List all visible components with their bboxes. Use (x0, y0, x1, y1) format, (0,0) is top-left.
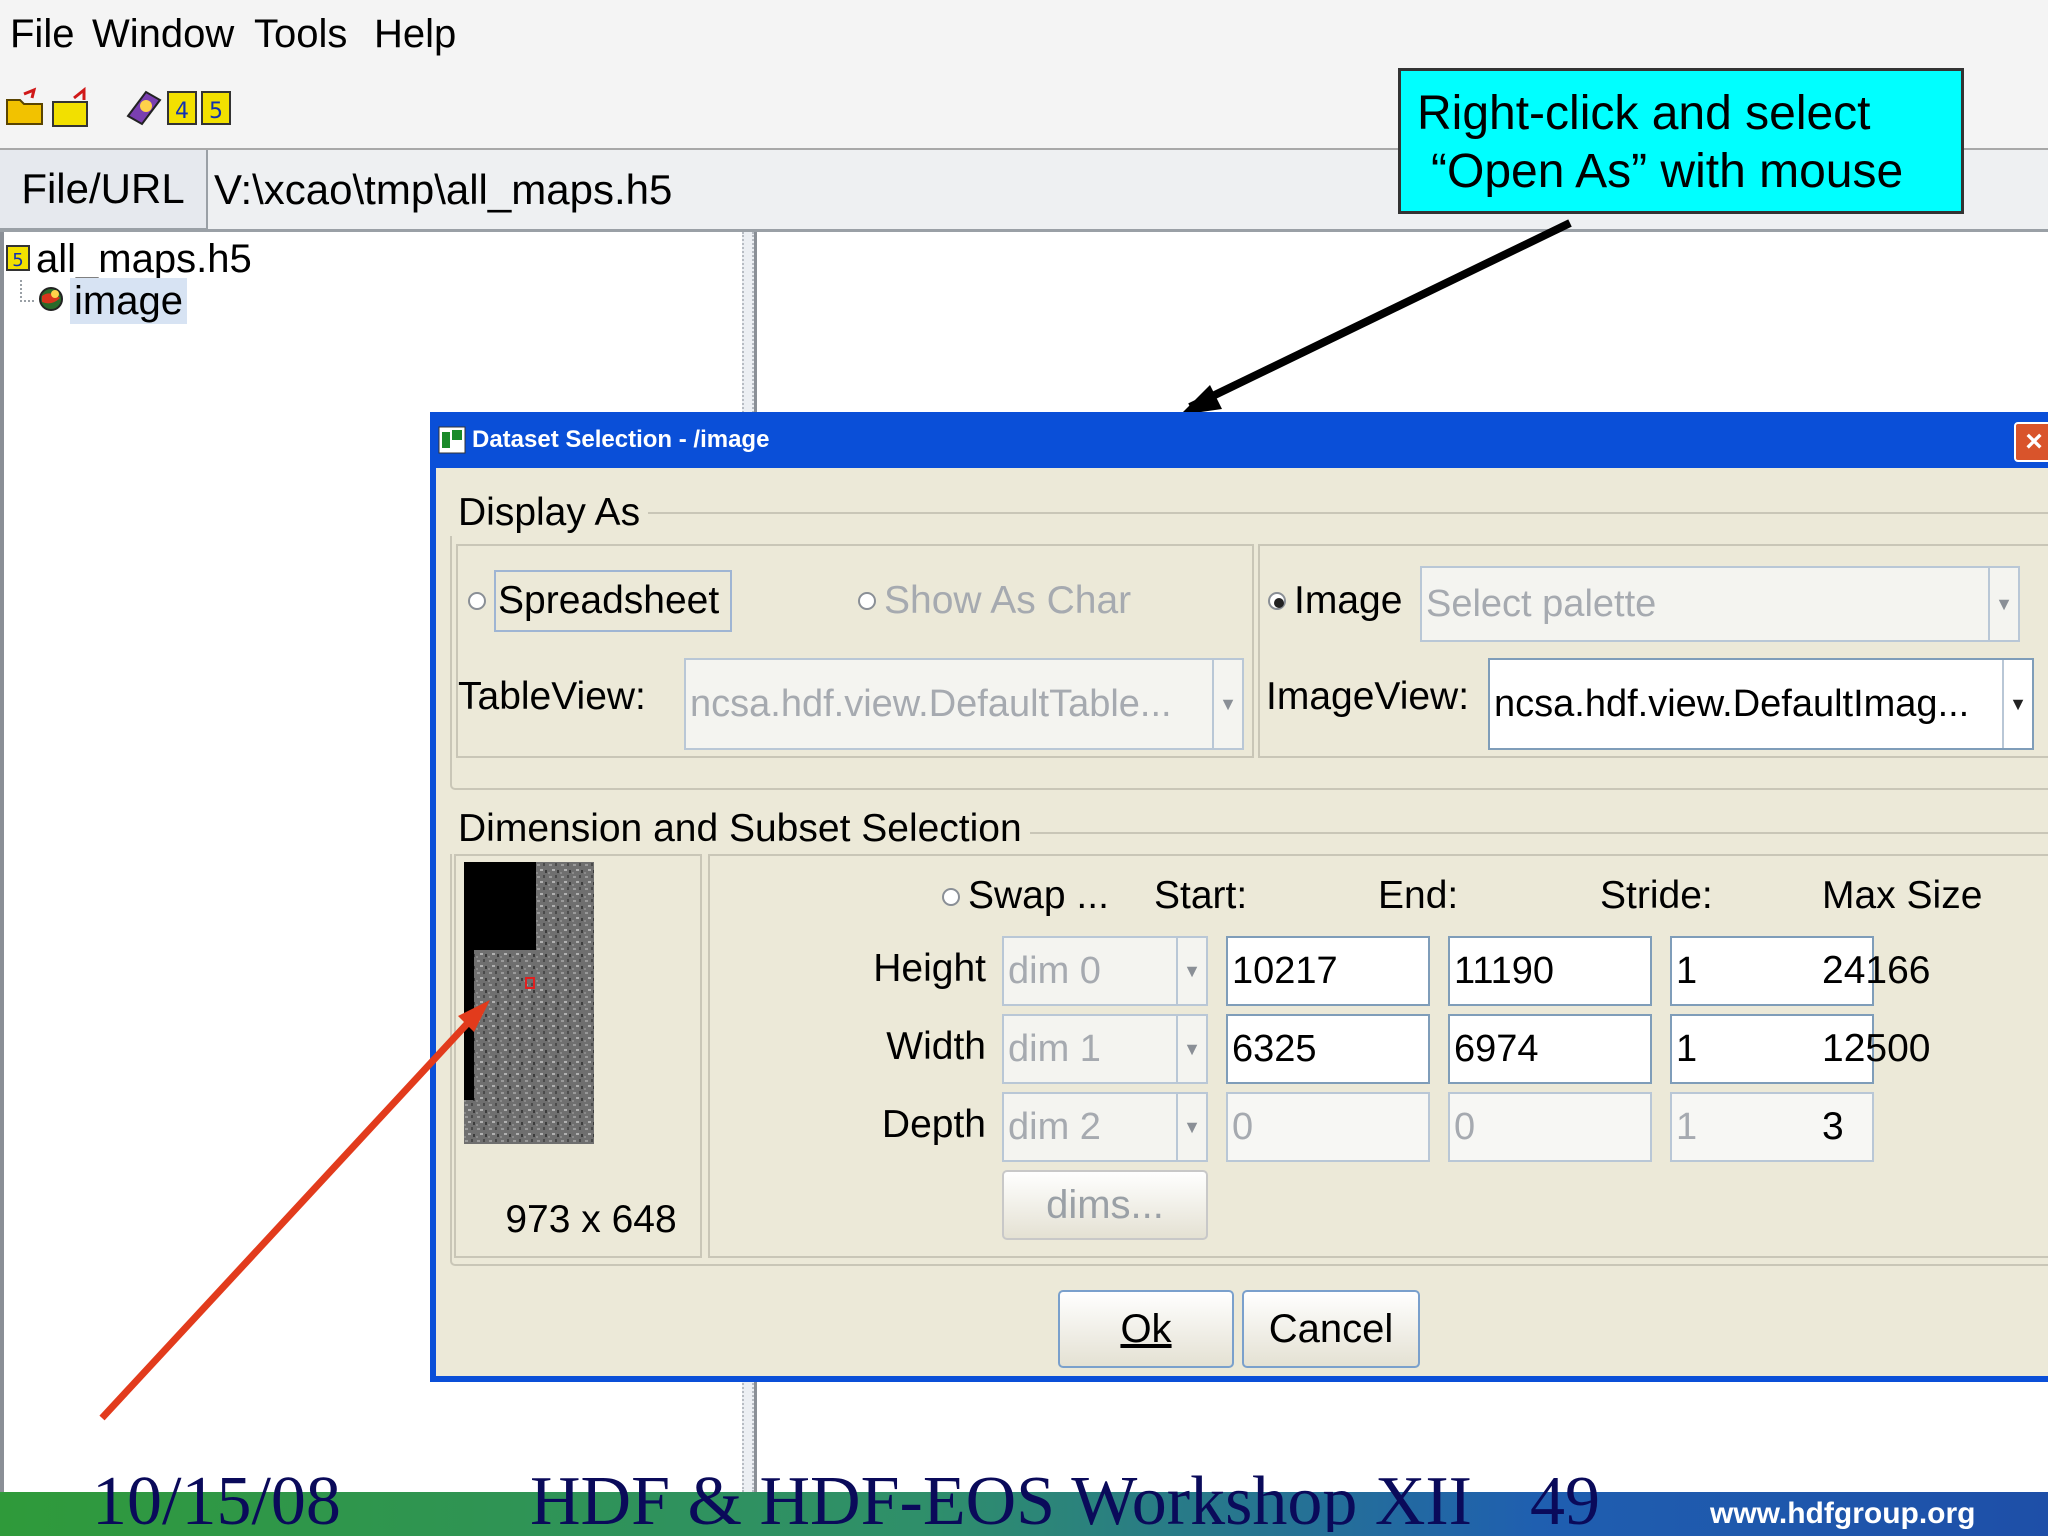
depth-dim-select[interactable]: dim 2 ▼ (1002, 1092, 1208, 1162)
svg-text:5: 5 (209, 99, 223, 124)
start-header: Start: (1154, 874, 1248, 917)
menu-help[interactable]: Help (374, 8, 464, 60)
depth-max-size: 3 (1822, 1105, 1844, 1148)
show-as-char-radio[interactable] (858, 592, 876, 610)
max-size-header: Max Size (1822, 874, 1983, 917)
callout-line-1: Right-click and select (1417, 87, 1871, 140)
swap-label[interactable]: Swap ... (968, 866, 1128, 926)
stride-header: Stride: (1600, 874, 1713, 917)
imageview-label: ImageView: (1266, 675, 1470, 718)
footer-date: 10/15/08 (92, 1472, 341, 1532)
image-dataset-icon (36, 284, 66, 314)
depth-label: Depth (881, 1103, 986, 1146)
tableview-label: TableView: (458, 675, 646, 718)
width-start-input[interactable]: 6325 (1226, 1014, 1430, 1084)
width-label: Width (886, 1025, 986, 1068)
display-as-legend: Display As (450, 490, 649, 536)
end-header: End: (1378, 874, 1459, 917)
tree-item-image[interactable]: image (70, 278, 187, 324)
dataset-selection-dialog: Dataset Selection - /image × Display As … (430, 412, 2048, 1382)
menu-window[interactable]: Window (92, 8, 242, 60)
menu-tools[interactable]: Tools (254, 8, 362, 60)
footer-url: www.hdfgroup.org (1710, 1497, 1976, 1530)
close-folder-icon[interactable] (50, 86, 94, 130)
dimension-legend: Dimension and Subset Selection (450, 804, 1030, 854)
footer-title: HDF & HDF-EOS Workshop XII (530, 1472, 1472, 1532)
image-radio[interactable] (1268, 592, 1286, 610)
black-annotation-arrow (1180, 219, 1572, 415)
height-label: Height (873, 947, 986, 990)
chevron-down-icon: ▼ (1212, 660, 1242, 748)
footer-page: 49 (1530, 1472, 1600, 1532)
height-end-input[interactable]: 11190 (1448, 936, 1652, 1006)
instruction-callout: Right-click and select “Open As” with mo… (1398, 68, 1964, 214)
red-annotation-arrow (99, 1000, 490, 1421)
depth-start-input[interactable]: 0 (1226, 1092, 1430, 1162)
image-label[interactable]: Image (1294, 570, 1414, 632)
callout-line-2: “Open As” with mouse (1431, 145, 1904, 198)
dialog-body: Display As Spreadsheet Show As Char Imag… (436, 468, 2048, 1376)
palette-placeholder: Select palette (1426, 582, 1657, 625)
width-dim-select[interactable]: dim 1 ▼ (1002, 1014, 1208, 1084)
depth-dim-value: dim 2 (1008, 1105, 1101, 1148)
menu-bar: File Window Tools Help (0, 0, 2048, 70)
dims-button[interactable]: dims... (1002, 1170, 1208, 1240)
swap-radio[interactable] (942, 888, 960, 906)
tree-root-file[interactable]: all_maps.h5 (36, 236, 252, 282)
palette-select[interactable]: Select palette ▼ (1420, 566, 2020, 642)
chevron-down-icon: ▼ (2002, 660, 2032, 748)
width-end-input[interactable]: 6974 (1448, 1014, 1652, 1084)
open-folder-icon[interactable] (4, 86, 48, 130)
spreadsheet-radio[interactable] (468, 592, 486, 610)
help-book-icon[interactable] (122, 86, 166, 130)
svg-text:5: 5 (12, 250, 23, 271)
tree-connector (20, 280, 34, 302)
ok-button[interactable]: Ok (1058, 1290, 1234, 1368)
url-label: File/URL (0, 150, 208, 230)
imageview-value: ncsa.hdf.view.DefaultImag... (1494, 682, 1970, 725)
chevron-down-icon: ▼ (1176, 1016, 1206, 1082)
width-max-size: 12500 (1822, 1027, 1931, 1070)
dialog-title: Dataset Selection - /image (472, 426, 770, 453)
height-max-size: 24166 (1822, 949, 1931, 992)
chevron-down-icon: ▼ (1176, 1094, 1206, 1160)
tableview-value: ncsa.hdf.view.DefaultTable... (690, 682, 1172, 725)
width-dim-value: dim 1 (1008, 1027, 1101, 1070)
close-button[interactable]: × (2014, 422, 2048, 462)
cancel-button[interactable]: Cancel (1242, 1290, 1420, 1368)
imageview-select[interactable]: ncsa.hdf.view.DefaultImag... ▼ (1488, 658, 2034, 750)
depth-end-input[interactable]: 0 (1448, 1092, 1652, 1162)
svg-text:4: 4 (175, 99, 189, 124)
height-dim-value: dim 0 (1008, 949, 1101, 992)
height-start-input[interactable]: 10217 (1226, 936, 1430, 1006)
menu-file[interactable]: File (10, 8, 82, 60)
chevron-down-icon: ▼ (1176, 938, 1206, 1004)
tableview-select[interactable]: ncsa.hdf.view.DefaultTable... ▼ (684, 658, 1244, 750)
hdf5-icon[interactable]: 5 (200, 86, 244, 130)
preview-size: 973 x 648 (505, 1198, 677, 1241)
app-icon (438, 426, 466, 454)
show-as-char-label[interactable]: Show As Char (884, 570, 1184, 632)
spreadsheet-label[interactable]: Spreadsheet (494, 570, 732, 632)
height-dim-select[interactable]: dim 0 ▼ (1002, 936, 1208, 1006)
hdf5-file-icon: 5 (6, 244, 32, 274)
chevron-down-icon: ▼ (1988, 568, 2018, 640)
